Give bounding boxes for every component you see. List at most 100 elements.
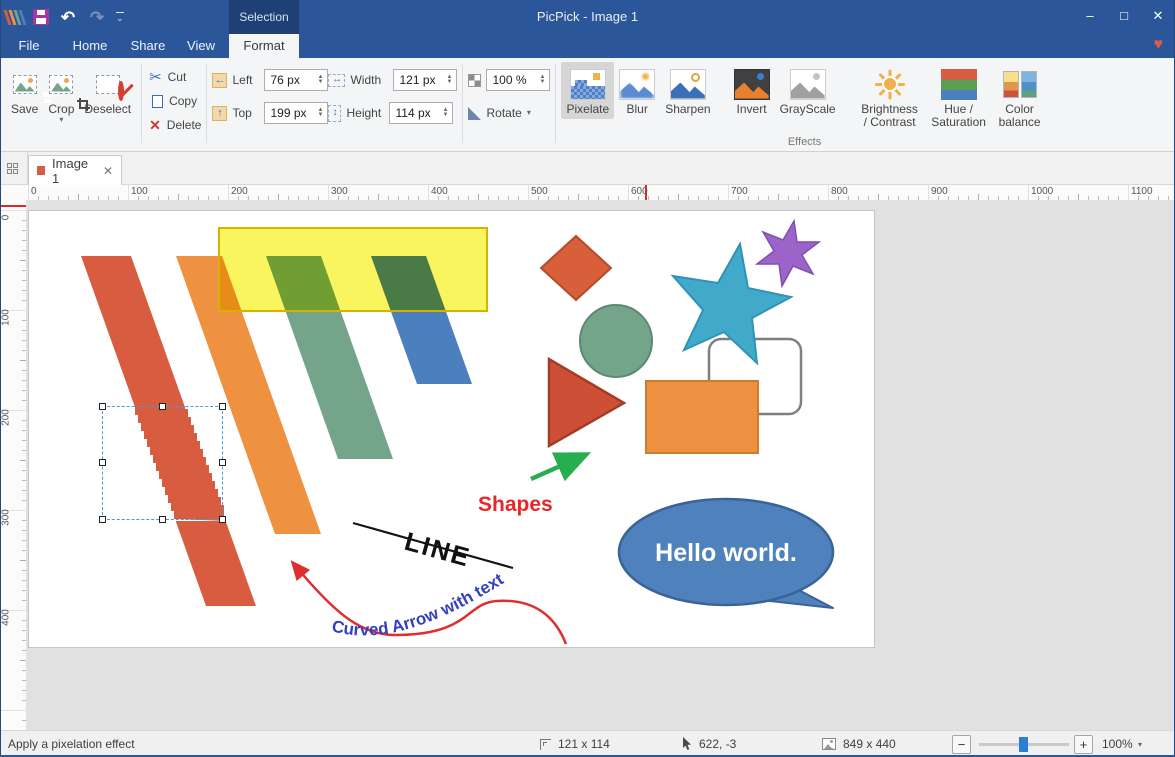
save-button[interactable]: Save bbox=[6, 62, 43, 119]
crop-dropdown-icon[interactable]: ▾ bbox=[59, 116, 63, 124]
close-button[interactable]: ✕ bbox=[1141, 0, 1175, 34]
brightness-contrast-button[interactable]: Brightness / Contrast bbox=[854, 62, 926, 132]
v-ruler: 0100200300400 bbox=[0, 200, 26, 730]
grayscale-button[interactable]: GrayScale bbox=[775, 62, 841, 119]
pixelate-icon bbox=[570, 69, 606, 100]
tab-view[interactable]: View bbox=[180, 34, 222, 58]
cursor-icon bbox=[682, 737, 692, 751]
image-size-icon bbox=[822, 738, 836, 750]
handle-ne[interactable] bbox=[219, 403, 226, 410]
scale-spinner[interactable]: ▲▼ bbox=[537, 75, 547, 85]
sharpen-icon bbox=[670, 69, 706, 100]
width-input[interactable]: 121 px▲▼ bbox=[393, 69, 457, 91]
height-icon: ↕ bbox=[328, 105, 341, 122]
document-icon bbox=[37, 166, 45, 175]
tab-file[interactable]: File bbox=[10, 34, 48, 58]
tab-share[interactable]: Share bbox=[124, 34, 172, 58]
zoom-slider[interactable] bbox=[979, 743, 1069, 746]
hue-saturation-button[interactable]: Hue / Saturation bbox=[926, 62, 992, 132]
h-ruler: 010020030040050060070080090010001100 bbox=[28, 185, 1175, 200]
heart-icon[interactable]: ♥ bbox=[1154, 36, 1164, 54]
zoom-dropdown-icon[interactable]: ▾ bbox=[1138, 732, 1142, 757]
invert-icon bbox=[734, 69, 770, 100]
ruler-corner bbox=[0, 185, 28, 200]
left-input[interactable]: 76 px▲▼ bbox=[264, 69, 328, 91]
grid-icon bbox=[7, 163, 20, 174]
h-ruler-label: 500 bbox=[531, 186, 548, 197]
rotate-dropdown-icon[interactable]: ▾ bbox=[527, 109, 531, 117]
sun-icon bbox=[873, 67, 907, 101]
speech-bubble-text: Hello world. bbox=[655, 539, 797, 567]
zoom-slider-thumb[interactable] bbox=[1019, 737, 1028, 752]
pixelate-button[interactable]: Pixelate bbox=[561, 62, 614, 119]
selection-size-icon bbox=[540, 739, 551, 750]
copy-button[interactable]: Copy bbox=[147, 89, 197, 113]
scale-input[interactable]: 100 %▲▼ bbox=[486, 69, 550, 91]
h-ruler-label: 700 bbox=[731, 186, 748, 197]
cut-button[interactable]: ✂Cut bbox=[147, 65, 186, 89]
minimize-button[interactable]: – bbox=[1073, 0, 1107, 34]
tab-list-button[interactable] bbox=[0, 152, 28, 185]
h-ruler-label: 1100 bbox=[1131, 186, 1153, 197]
clipboard-group: ✂Cut Copy ✕Delete bbox=[147, 62, 201, 151]
document-tab-bar: Image 1 ✕ bbox=[0, 152, 1175, 185]
handle-nw[interactable] bbox=[99, 403, 106, 410]
h-ruler-label: 400 bbox=[431, 186, 448, 197]
rotate-button[interactable]: Rotate ▾ bbox=[468, 101, 530, 125]
zoom-level[interactable]: 100% bbox=[1102, 731, 1133, 757]
image-size-status: 849 x 440 bbox=[822, 731, 896, 757]
selection-marquee[interactable] bbox=[102, 406, 223, 520]
top-input[interactable]: 199 px▲▼ bbox=[264, 102, 328, 124]
scale-rotate-group: 100 %▲▼ Rotate ▾ bbox=[468, 62, 550, 151]
top-spinner[interactable]: ▲▼ bbox=[315, 108, 325, 118]
zoom-out-button[interactable]: − bbox=[952, 735, 971, 754]
v-ruler-label: 300 bbox=[1, 503, 12, 533]
h-ruler-label: 200 bbox=[231, 186, 248, 197]
zoom-in-button[interactable]: + bbox=[1074, 735, 1093, 754]
rotate-icon bbox=[468, 107, 481, 120]
six-point-star-shape bbox=[757, 221, 819, 286]
h-ruler-label: 900 bbox=[931, 186, 948, 197]
scissors-icon: ✂ bbox=[149, 68, 162, 86]
delete-button[interactable]: ✕Delete bbox=[147, 113, 201, 137]
color-balance-button[interactable]: Color balance bbox=[992, 62, 1048, 132]
left-spinner[interactable]: ▲▼ bbox=[315, 75, 325, 85]
sharpen-button[interactable]: Sharpen bbox=[660, 62, 715, 119]
line-label: LINE bbox=[401, 526, 474, 573]
handle-sw[interactable] bbox=[99, 516, 106, 523]
height-spinner[interactable]: ▲▼ bbox=[440, 108, 450, 118]
handle-s[interactable] bbox=[159, 516, 166, 523]
title-bar: ↶ ↷ ⌄ PicPick - Image 1 – □ ✕ bbox=[0, 0, 1175, 34]
handle-n[interactable] bbox=[159, 403, 166, 410]
v-ruler-label: 0 bbox=[1, 203, 12, 233]
invert-button[interactable]: Invert bbox=[729, 62, 775, 119]
tab-home[interactable]: Home bbox=[66, 34, 114, 58]
h-ruler-label: 600 bbox=[631, 186, 648, 197]
ribbon-tab-row bbox=[0, 34, 1175, 58]
document-tab-image1[interactable]: Image 1 ✕ bbox=[28, 155, 122, 185]
height-input[interactable]: 114 px▲▼ bbox=[389, 102, 453, 124]
status-hint: Apply a pixelation effect bbox=[8, 731, 135, 757]
tab-format[interactable]: Format bbox=[229, 34, 299, 58]
h-ruler-label: 800 bbox=[831, 186, 848, 197]
size-group: ↔ Width 121 px▲▼ ↕ Height 114 px▲▼ bbox=[328, 62, 457, 151]
top-position-icon: ↑ bbox=[212, 106, 227, 121]
left-position-icon: ← bbox=[212, 73, 227, 88]
grayscale-icon bbox=[790, 69, 826, 100]
green-arrow bbox=[531, 455, 585, 479]
diamond-shape bbox=[541, 236, 611, 300]
shapes-label: Shapes bbox=[478, 493, 553, 516]
tab-close-icon[interactable]: ✕ bbox=[103, 164, 113, 178]
context-group-selection: Selection bbox=[229, 0, 299, 34]
copy-icon bbox=[152, 95, 163, 108]
ribbon: Save Crop ▾ Deselect ✂Cut Copy ✕Delete bbox=[0, 58, 1175, 152]
width-spinner[interactable]: ▲▼ bbox=[444, 75, 454, 85]
h-ruler-label: 300 bbox=[331, 186, 348, 197]
maximize-button[interactable]: □ bbox=[1107, 0, 1141, 34]
handle-se[interactable] bbox=[219, 516, 226, 523]
blur-button[interactable]: Blur bbox=[614, 62, 660, 119]
workspace: 0100200300400 bbox=[0, 200, 1175, 730]
handle-e[interactable] bbox=[219, 459, 226, 466]
cursor-position-status: 622, -3 bbox=[682, 731, 736, 757]
handle-w[interactable] bbox=[99, 459, 106, 466]
